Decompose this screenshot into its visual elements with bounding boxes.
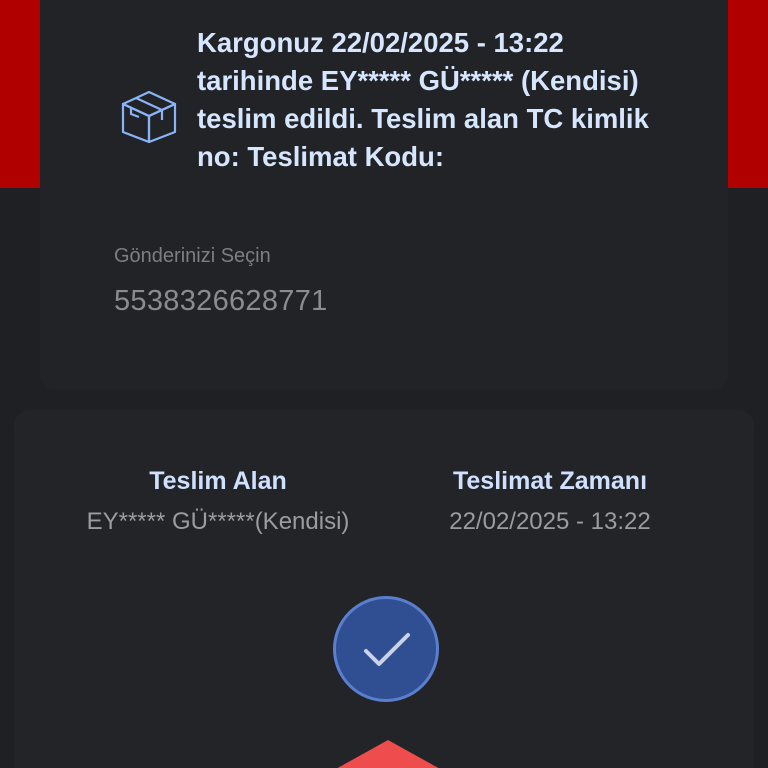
delivery-status-screen: Kargonuz 22/02/2025 - 13:22 tarihinde EY… (0, 0, 768, 768)
receiver-value: EY***** GÜ*****(Kendisi) (86, 508, 350, 535)
red-header-band-right (728, 0, 768, 188)
receiver-column: Teslim Alan EY***** GÜ*****(Kendisi) (58, 464, 378, 538)
shipment-select-label: Gönderinizi Seçin (114, 245, 271, 267)
delivery-time-column: Teslimat Zamanı 22/02/2025 - 13:22 (405, 464, 695, 538)
delivery-time-value: 22/02/2025 - 13:22 (449, 508, 651, 535)
bottom-red-triangle (334, 740, 442, 768)
delivery-status-message: Kargonuz 22/02/2025 - 13:22 tarihinde EY… (197, 27, 649, 172)
tracking-number-selector[interactable]: 5538326628771 (114, 285, 328, 318)
package-icon (119, 88, 179, 144)
delivered-check-button[interactable] (333, 596, 439, 702)
delivery-time-title: Teslimat Zamanı (452, 467, 648, 495)
red-header-band-left (0, 0, 40, 188)
receiver-title: Teslim Alan (149, 467, 287, 495)
